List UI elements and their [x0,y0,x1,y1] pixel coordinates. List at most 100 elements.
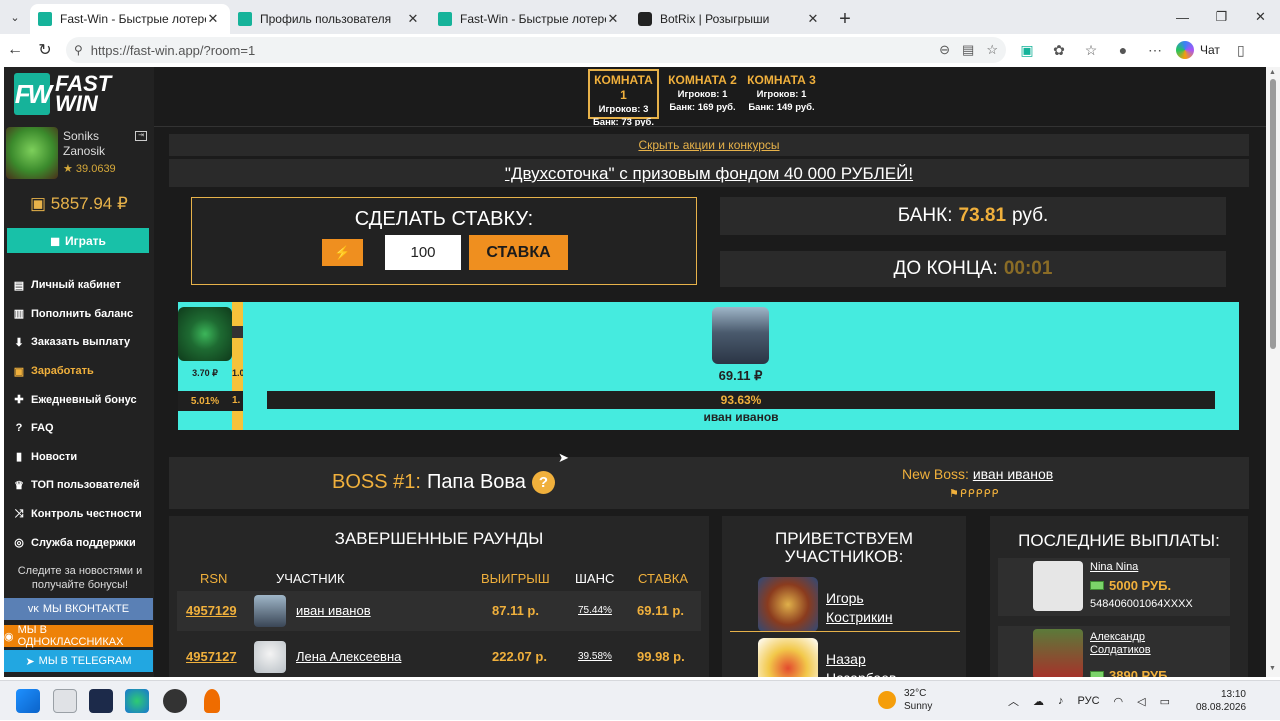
close-tab-icon[interactable]: ✕ [406,11,420,27]
user-avatar[interactable] [6,127,58,179]
logout-icon[interactable]: ⇥ [135,131,147,141]
user-avatar[interactable] [1033,561,1083,611]
menu-item-earn[interactable]: ▣ Заработать [13,357,153,386]
user-avatar[interactable] [758,638,818,677]
user-name-line: Назар [826,651,866,667]
telegram-link[interactable]: ➤ МЫ В TELEGRAM [4,650,153,672]
close-tab-icon[interactable]: ✕ [806,11,820,27]
browser-tab-3[interactable]: Fast-Win - Быстрые лотереи! ✕ [430,4,630,34]
extensions-puzzle-icon[interactable]: ✿ [1048,42,1070,59]
tab-actions-chevron-icon[interactable]: ⌄ [0,0,30,34]
webpage: FW FAST WIN Soniks Zanosik ★ 39.0639 ⇥ ▣… [4,67,1266,677]
place-bet-button[interactable]: СТАВКА [469,235,568,270]
language-indicator[interactable]: РУС [1078,695,1100,707]
lightning-bolt-icon[interactable]: ⚡ [322,239,363,266]
browser-tab-2[interactable]: Профиль пользователя ✕ [230,4,430,34]
battery-icon[interactable]: ▭ [1160,695,1170,708]
round-id[interactable]: 4957127 [186,649,237,664]
site-info-icon[interactable]: ⚲ [74,43,83,57]
help-question-icon[interactable]: ? [531,471,555,494]
scrollbar-thumb[interactable] [1270,79,1276,349]
browser-tab-1[interactable]: Fast-Win - Быстрые лотереи! Ком ✕ [30,4,230,34]
maximize-icon[interactable]: ❐ [1202,0,1241,34]
play-button[interactable]: ◼ Играть [7,228,149,253]
profile-avatar-icon[interactable]: ● [1112,42,1134,58]
room-2[interactable]: КОМНАТА 2 Игроков: 1 Банк: 169 руб. [667,69,738,119]
user-name[interactable]: Назар Назарбаев [826,650,896,677]
menu-item-daily-bonus[interactable]: ✚ Ежедневный бонус [13,385,153,414]
new-tab-plus-icon[interactable]: + [830,4,860,34]
wifi-icon[interactable]: ◠ [1114,695,1124,708]
menu-item-deposit[interactable]: ▥ Пополнить баланс [13,300,153,329]
player-name[interactable]: Лена Алексеевна [296,649,401,664]
ok-link[interactable]: ◉ МЫ В ОДНОКЛАССНИКАХ [4,624,153,648]
menu-item-cabinet[interactable]: ▤ Личный кабинет [13,271,153,300]
user-name[interactable]: Soniks Zanosik [63,129,105,159]
page-scrollbar[interactable]: ▲ ▼ [1266,67,1280,677]
menu-item-faq[interactable]: ? FAQ [13,414,153,443]
room-1[interactable]: КОМНАТА 1 Игроков: 3 Банк: 73 руб. [588,69,659,128]
system-tray: ︿ ☁ ♪ РУС ◠ ◁ ▭ [1008,681,1170,721]
browser-tab-4[interactable]: BotRix | Розыгрыши ✕ [630,4,830,34]
address-bar[interactable]: ⚲ https://fast-win.app/?room=1 ⊖ ▤ ☆ [66,37,1006,63]
cloud-icon[interactable]: ☁ [1033,695,1044,708]
payout-user-name[interactable]: Nina Nina [1090,561,1138,574]
site-logo[interactable]: FW FAST WIN [14,73,111,115]
user-avatar[interactable] [1033,629,1083,677]
payout-user-name[interactable]: Александр Солдатиков [1090,631,1151,657]
menu-label: Заработать [31,365,94,378]
favorite-star-icon[interactable]: ☆ [986,42,998,58]
clock[interactable]: 13:10 08.08.2026 [1196,688,1246,714]
sidebar-toggle-icon[interactable]: ▯ [1230,42,1252,59]
player-name[interactable]: иван иванов [296,603,371,618]
reload-icon[interactable]: ↻ [30,35,60,65]
balance-value: 5857.94 ₽ [50,194,128,213]
sidebar-menu: ▤ Личный кабинет ▥ Пополнить баланс ⬇ Заказ… [13,271,153,557]
menu-item-news[interactable]: ▮ Новости [13,443,153,472]
start-windows-icon[interactable] [16,689,40,713]
hide-promos-link[interactable]: Скрыть акции и конкурсы [169,134,1249,156]
app-icon[interactable] [89,689,113,713]
weather-widget[interactable]: 32°C Sunny [878,687,932,713]
round-id[interactable]: 4957129 [186,603,237,618]
chevron-up-icon[interactable]: ︿ [1008,693,1019,709]
vk-link[interactable]: ᴠᴋ МЫ ВКОНТАКТЕ [4,598,153,620]
welcome-title-line: ПРИВЕТСТВУЕМ [774,529,913,548]
copilot-chat-button[interactable]: Чат [1176,41,1220,59]
back-arrow-icon[interactable]: ← [0,35,30,65]
task-view-icon[interactable] [53,689,77,713]
obs-icon[interactable] [163,689,187,713]
reader-icon[interactable]: ▤ [962,42,974,58]
user-rating: ★ 39.0639 [63,163,116,175]
favorites-icon[interactable]: ☆ [1080,42,1102,59]
bet-panel: СДЕЛАТЬ СТАВКУ: ⚡ 100 СТАВКА [191,197,697,285]
user-avatar[interactable] [758,577,818,632]
menu-item-fairness[interactable]: ⤨ Контроль честности [13,500,153,529]
scroll-up-icon[interactable]: ▲ [1269,69,1276,76]
close-tab-icon[interactable]: ✕ [606,11,620,27]
microphone-app-icon[interactable] [204,689,220,713]
edge-browser-icon[interactable] [125,689,149,713]
menu-item-withdraw[interactable]: ⬇ Заказать выплату [13,328,153,357]
zoom-icon[interactable]: ⊖ [939,42,950,58]
fastwin-extension-icon[interactable]: ▣ [1016,42,1038,59]
menu-item-top-users[interactable]: ♛ ТОП пользователей [13,471,153,500]
volume-icon[interactable]: ◁ [1137,695,1145,708]
table-row[interactable]: 4957129 иван иванов 87.11 р. 75.44% 69.1… [177,591,701,631]
user-name[interactable]: Игорь Кострикин [826,589,893,627]
more-menu-icon[interactable]: ⋯ [1144,42,1166,59]
microphone-icon[interactable]: ♪ [1058,695,1064,707]
new-boss-name[interactable]: иван иванов [973,466,1053,482]
room-3[interactable]: КОМНАТА 3 Игроков: 1 Банк: 149 руб. [746,69,817,119]
scroll-down-icon[interactable]: ▼ [1269,665,1276,672]
bet-title: СДЕЛАТЬ СТАВКУ: [354,208,534,230]
payouts-title: ПОСЛЕДНИЕ ВЫПЛАТЫ: [1018,531,1220,550]
divider [730,631,960,632]
minimize-icon[interactable]: — [1163,0,1202,34]
close-window-icon[interactable]: ✕ [1241,0,1280,34]
close-tab-icon[interactable]: ✕ [206,11,220,27]
bet-amount-input[interactable]: 100 [385,235,461,270]
promo-banner-link[interactable]: "Двухсоточка" с призовым фондом 40 000 Р… [169,159,1249,187]
table-row[interactable]: 4957127 Лена Алексеевна 222.07 р. 39.58%… [177,637,701,677]
menu-item-support[interactable]: ◎ Служба поддержки [13,528,153,557]
